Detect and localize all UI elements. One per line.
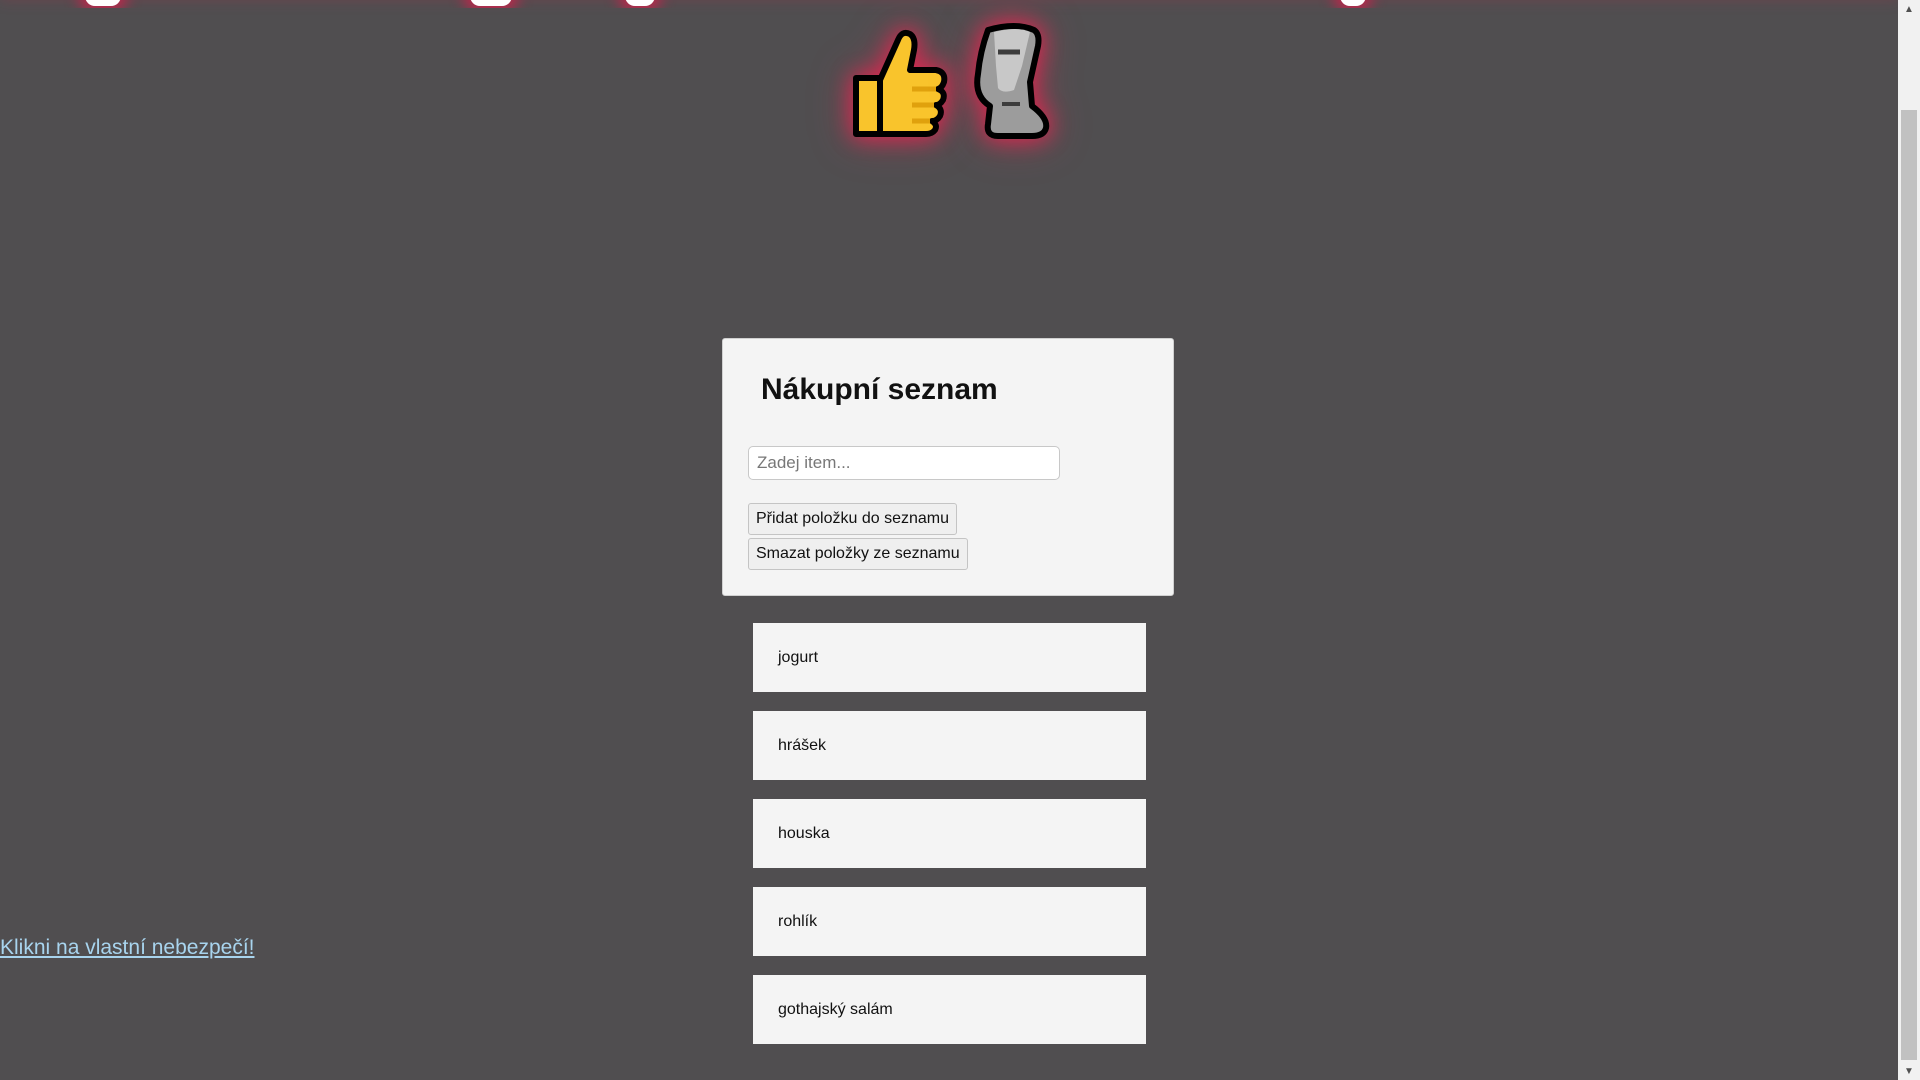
delete-items-button[interactable]: Smazat položky ze seznamu — [748, 538, 968, 570]
emoji-row — [850, 22, 1050, 152]
scroll-down-icon[interactable]: ▼ — [1898, 1062, 1920, 1080]
list-item[interactable]: jogurt — [753, 623, 1146, 692]
item-input[interactable] — [748, 446, 1060, 480]
shopping-list: jogurt hrášek houska rohlík gothajský sa… — [753, 623, 1146, 1063]
thumbs-up-icon — [853, 29, 948, 137]
list-item[interactable]: rohlík — [753, 887, 1146, 956]
scroll-up-icon[interactable]: ▲ — [1898, 0, 1920, 18]
scrollbar-thumb[interactable] — [1901, 110, 1917, 1060]
page-title: Nákupní seznam — [761, 373, 998, 406]
list-item[interactable]: gothajský salám — [753, 975, 1146, 1044]
page: Nákupní seznam Přidat položku do seznamu… — [0, 0, 1920, 1080]
list-item[interactable]: hrášek — [753, 711, 1146, 780]
vertical-scrollbar[interactable]: ▲ ▼ — [1898, 0, 1920, 1080]
add-item-button[interactable]: Přidat položku do seznamu — [748, 503, 957, 535]
list-item[interactable]: houska — [753, 799, 1146, 868]
danger-link[interactable]: Klikni na vlastní nebezpečí! — [0, 936, 254, 960]
moai-icon — [974, 23, 1050, 139]
clipped-heading — [0, 0, 1898, 8]
shopping-list-card: Nákupní seznam Přidat položku do seznamu… — [722, 338, 1174, 596]
